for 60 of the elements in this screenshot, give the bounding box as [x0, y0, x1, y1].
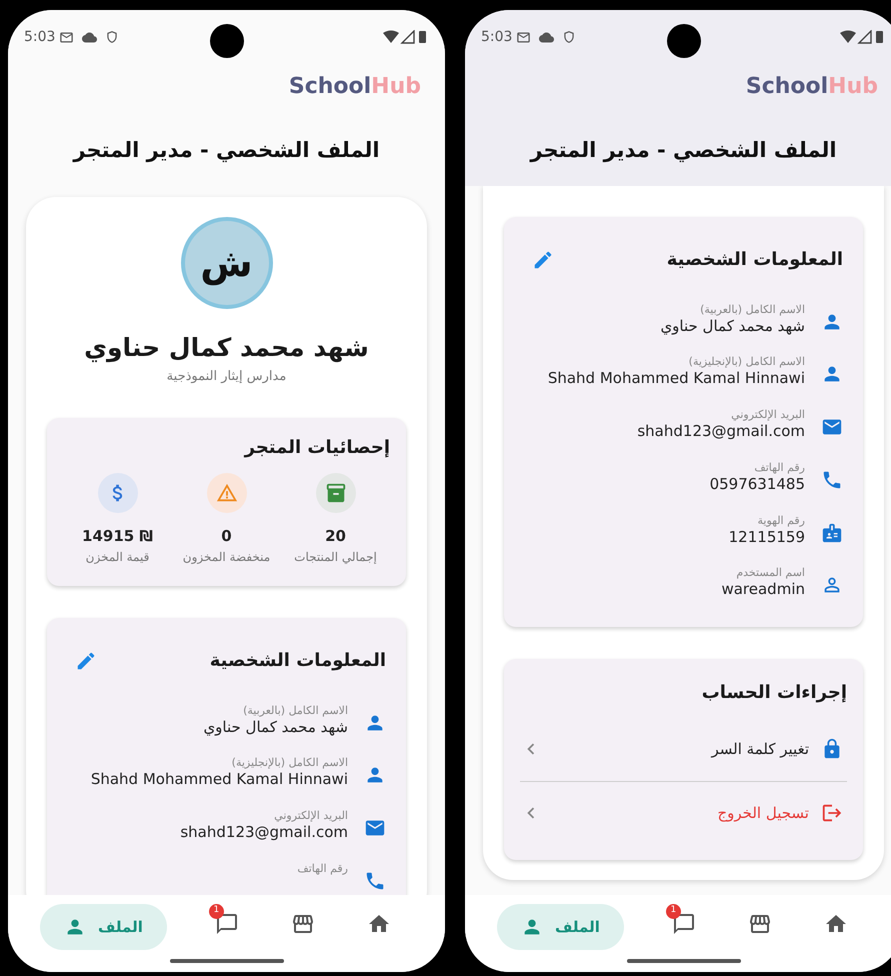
card-title: المعلومات الشخصية [210, 649, 386, 673]
field-value: Shahd Mohammed Kamal Hinnawi [548, 369, 805, 388]
stat-value: 20 [325, 526, 346, 547]
card-title: المعلومات الشخصية [666, 248, 843, 272]
card-title: إحصائيات المتجر [244, 436, 390, 460]
stat-label: قيمة المخزن [86, 548, 150, 566]
field-value: 0597631485 [710, 474, 805, 494]
camera-hole [666, 24, 700, 58]
status-icons [383, 30, 429, 44]
shield-icon [105, 30, 120, 44]
field-value: Shahd Mohammed Kamal Hinnawi [90, 770, 348, 789]
school-name: مدارس إيثار النموذجية [166, 368, 286, 386]
field-value: shahd123@gmail.com [637, 422, 805, 441]
field-value: شهد محمد كمال حناوي [660, 316, 805, 336]
pencil-icon [532, 248, 554, 270]
stat-value: 0 [221, 526, 232, 547]
id-badge-icon [821, 522, 843, 544]
status-time: 5:03 [481, 28, 512, 46]
field-label: البريد الإلكتروني [731, 408, 805, 422]
mail-icon [59, 30, 74, 44]
stat-label: منخفضة المخزون [182, 548, 270, 566]
shield-icon [562, 30, 576, 44]
cloud-icon [539, 30, 554, 44]
field-label: رقم الهاتف [297, 862, 348, 876]
nav-tab[interactable]: الملف [40, 904, 167, 950]
notification-badge: 1 [666, 904, 681, 918]
action-item[interactable]: تغيير كلمة السر [520, 718, 847, 780]
app-logo: SchoolHub [288, 72, 421, 100]
stat-value: ₪ 14915 [82, 526, 153, 547]
field-value: 12115159 [728, 528, 805, 546]
camera-hole [210, 24, 244, 58]
field-value: wareadmin [721, 580, 805, 599]
stat-label: إجمالي المنتجات [294, 548, 377, 566]
status-time: 5:03 [24, 28, 56, 46]
profile-name: شهد محمد كمال حناوي [84, 332, 369, 364]
field-label: الاسم الكامل (بالعربية) [700, 302, 805, 316]
dollar-icon [98, 473, 138, 513]
field-value: شهد محمد كمال حناوي [203, 718, 348, 736]
field-value: shahd123@gmail.com [180, 823, 348, 842]
field-label: رقم الهاتف [754, 460, 805, 475]
field-label: رقم الهوية [757, 514, 805, 528]
app-logo: SchoolHub [746, 72, 878, 100]
field-label: الاسم الكامل (بالإنجليزية) [232, 756, 348, 770]
notification-badge: 1 [208, 904, 224, 918]
nav-tab[interactable]: الملف [497, 904, 624, 950]
page-title: الملف الشخصي - مدير المتجر [530, 137, 837, 164]
action-item[interactable]: تسجيل الخروج [520, 782, 847, 844]
pencil-icon [75, 650, 97, 672]
mail-icon [516, 30, 532, 44]
warning-icon [206, 473, 246, 513]
archive-box-icon [316, 473, 356, 513]
status-icons [840, 30, 886, 44]
field-label: اسم المستخدم [736, 566, 805, 580]
field-label: الاسم الكامل (بالعربية) [243, 704, 348, 718]
cloud-icon [82, 30, 98, 44]
avatar: ش [180, 217, 272, 309]
card-title: إجراءات الحساب [702, 681, 847, 705]
page-title: الملف الشخصي - مدير المتجر [73, 137, 380, 164]
field-label: الاسم الكامل (بالإنجليزية) [688, 355, 805, 370]
field-label: البريد الإلكتروني [274, 809, 348, 823]
